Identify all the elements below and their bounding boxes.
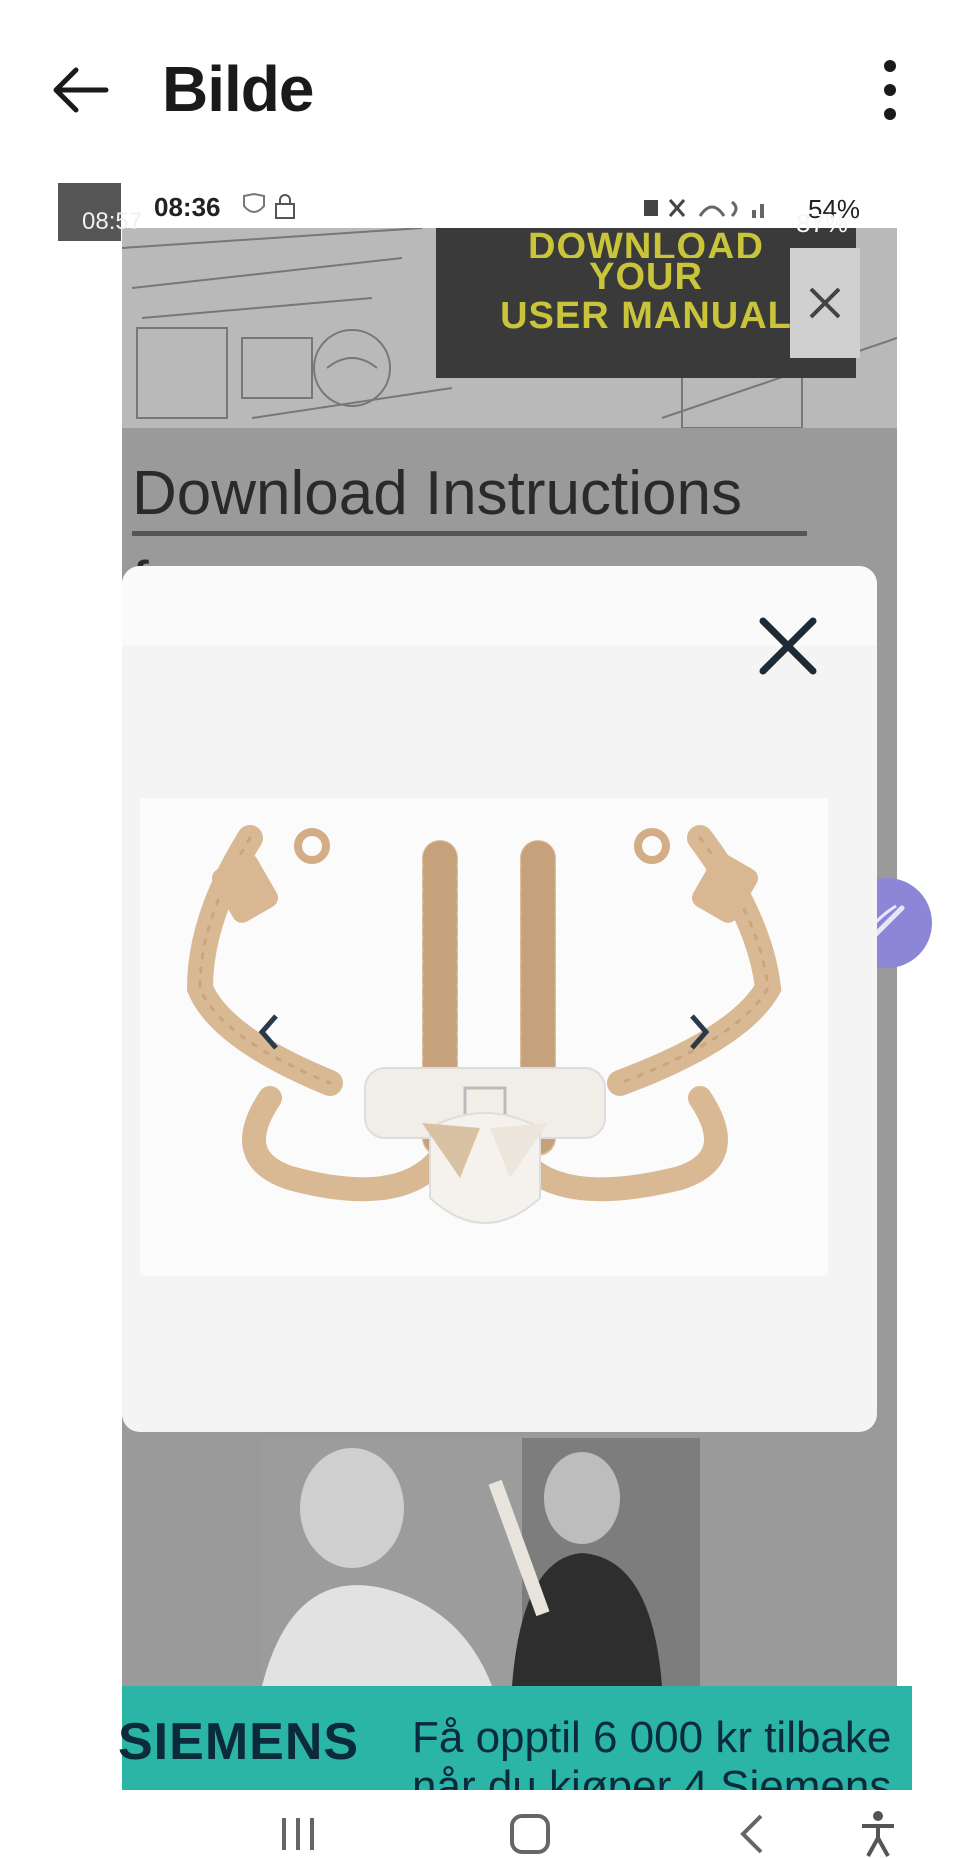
back-icon: [740, 1814, 763, 1854]
nav-back-button[interactable]: [722, 1812, 782, 1856]
system-nav-bar: [0, 1790, 960, 1856]
close-icon: [809, 287, 841, 319]
banner-close-button[interactable]: [790, 248, 860, 358]
download-instructions-heading: Download Instructions: [132, 459, 742, 528]
heading-underline: [132, 531, 807, 536]
status-time: 08:36: [154, 192, 221, 222]
product-image: [140, 798, 828, 1276]
people-photo: [262, 1438, 700, 1686]
status-icons-right: [640, 194, 790, 230]
app-bar: [0, 0, 960, 180]
status-icons-left: [240, 192, 300, 229]
more-options-button[interactable]: [860, 50, 920, 130]
harness-illustration: [186, 825, 782, 1224]
home-button[interactable]: [500, 1812, 560, 1856]
status-time-overlay: 08:57: [82, 208, 143, 235]
next-image-button[interactable]: [680, 1002, 720, 1062]
ad-subline: når du kjøper 4 Siemens: [412, 1762, 892, 1790]
more-vert-icon: [884, 60, 896, 120]
recents-button[interactable]: [268, 1812, 328, 1856]
page-edge: [897, 228, 913, 1768]
prev-image-button[interactable]: [248, 1002, 288, 1062]
accessibility-button[interactable]: [848, 1811, 908, 1857]
accessibility-icon: [862, 1811, 894, 1857]
ad-headline: Få opptil 6 000 kr tilbake: [412, 1713, 892, 1762]
recents-icon: [282, 1818, 314, 1850]
chevron-left-icon: [258, 1014, 278, 1050]
page-title: Bilde: [162, 53, 314, 125]
shield-lock-icons: [243, 192, 295, 219]
ad-brand: SIEMENS: [118, 1713, 360, 1771]
signal-wifi-icons: [644, 199, 764, 218]
chevron-right-icon: [690, 1014, 710, 1050]
two-men-illustration: [262, 1438, 700, 1686]
modal-close-button[interactable]: [748, 606, 828, 686]
battery-level-overlay: 87%: [796, 208, 849, 238]
arrow-left-icon: [53, 67, 109, 113]
home-icon: [510, 1814, 550, 1854]
back-button[interactable]: [40, 50, 120, 130]
close-icon: [759, 617, 817, 675]
